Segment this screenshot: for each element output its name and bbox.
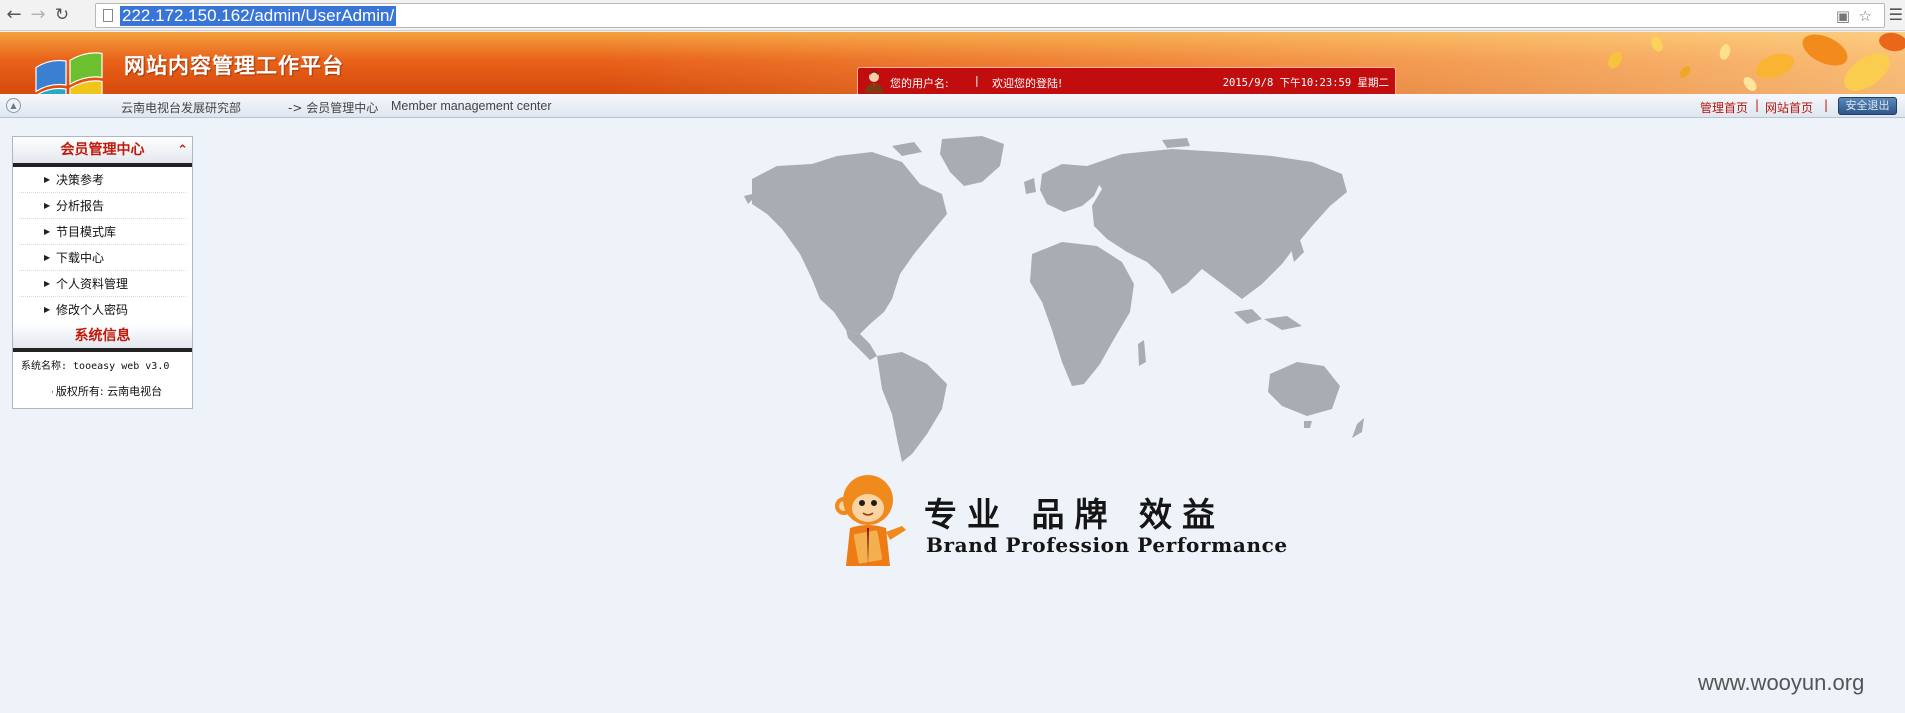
browser-menu-icon[interactable]: ☰ [1889,5,1903,24]
collapse-chevron-icon[interactable]: ⌃ [177,138,188,164]
system-name: 系统名称: tooeasy web v3.0 [21,361,170,372]
menu-item-label: 节目模式库 [56,225,117,239]
triangle-right-icon: ▶ [44,305,51,314]
menu-item-label: 分析报告 [56,199,105,213]
triangle-right-icon: ▶ [44,253,51,262]
user-avatar-icon [865,71,883,93]
breadcrumb: -> 会员管理中心 [288,101,379,115]
site-title: 网站内容管理工作平台 [124,54,344,78]
menu-item-profile-management[interactable]: ▶ 个人资料管理 [19,271,186,297]
breadcrumb-english: Member management center [391,99,552,113]
member-menu: ▶ 决策参考 ▶ 分析报告 ▶ 节目模式库 ▶ 下载中心 ▶ 个人资料管理 ▶ 修改个人密码 [13,167,192,323]
triangle-right-icon: ▶ [44,201,51,210]
system-info-title: 系统信息 [74,328,131,344]
triangle-right-icon: ▶ [44,227,51,236]
page-icon [103,9,113,22]
copyright-line: · 版权所有: 云南电视台 [21,380,192,402]
reload-icon[interactable]: ↻ [50,3,74,27]
member-center-header[interactable]: 会员管理中心 ⌃ [13,137,192,167]
site-home-link[interactable]: 网站首页 [1765,99,1813,116]
system-info-header: 系统信息 [13,323,192,352]
logout-button[interactable]: 安全退出 [1838,97,1897,115]
menu-item-program-format-library[interactable]: ▶ 节目模式库 [19,219,186,245]
department-name: 云南电视台发展研究部 [121,101,242,115]
triangle-right-icon: ▶ [44,175,51,184]
logo-icon [35,52,103,94]
url-text[interactable]: 222.172.150.162/admin/UserAdmin/ [120,6,397,26]
menu-item-analysis-report[interactable]: ▶ 分析报告 [19,193,186,219]
datetime-display: 2015/9/8 下午10:23:59 星期二 [1222,77,1389,89]
leaves-decoration [1608,32,1905,91]
link-separator: | [1824,98,1829,112]
menu-item-label: 修改个人密码 [56,303,129,317]
bookmark-star-icon[interactable]: ☆ [1859,7,1872,25]
menu-item-label: 决策参考 [56,173,105,187]
address-bar[interactable]: 222.172.150.162/admin/UserAdmin/ ▣ ☆ [95,3,1885,28]
slogan-chinese: 专业 品牌 效益 [924,495,1225,534]
welcome-text: 欢迎您的登陆! [992,77,1063,90]
admin-home-link[interactable]: 管理首页 [1700,99,1748,116]
system-info: 系统名称: tooeasy web v3.0 · 版权所有: 云南电视台 [13,352,192,402]
slogan-english: Brand Profession Performance [926,533,1288,557]
triangle-right-icon: ▶ [44,279,51,288]
bullet-icon: · [51,388,54,398]
menu-item-decision-reference[interactable]: ▶ 决策参考 [19,167,186,193]
collapse-up-icon[interactable]: ▲ [6,98,21,113]
browser-toolbar: ← → ↻ 222.172.150.162/admin/UserAdmin/ ▣… [0,0,1905,31]
back-arrow-icon[interactable]: ← [2,3,26,27]
mascot-monkey-icon [835,475,906,566]
watermark: www.wooyun.org [1698,670,1865,695]
translate-icon[interactable]: ▣ [1836,7,1850,25]
user-info-bar: 您的用户名: | 欢迎您的登陆! 2015/9/8 下午10:23:59 星期二 [857,67,1396,94]
menu-item-label: 下载中心 [56,251,105,265]
menu-item-download-center[interactable]: ▶ 下载中心 [19,245,186,271]
forward-arrow-icon[interactable]: → [26,3,50,27]
world-map-image [744,136,1364,462]
sidebar: 会员管理中心 ⌃ ▶ 决策参考 ▶ 分析报告 ▶ 节目模式库 ▶ 下载中心 ▶ 个人资料管… [12,136,193,409]
sub-navigation-bar: ▲ 云南电视台发展研究部 -> 会员管理中心 Member management… [0,94,1905,118]
copyright-text: 版权所有: 云南电视台 [55,385,163,398]
user-separator: | [975,74,979,87]
menu-item-label: 个人资料管理 [56,277,129,291]
member-center-title: 会员管理中心 [60,142,145,158]
username-label: 您的用户名: [890,77,949,90]
link-separator: | [1755,98,1760,112]
menu-item-change-password[interactable]: ▶ 修改个人密码 [19,297,186,323]
